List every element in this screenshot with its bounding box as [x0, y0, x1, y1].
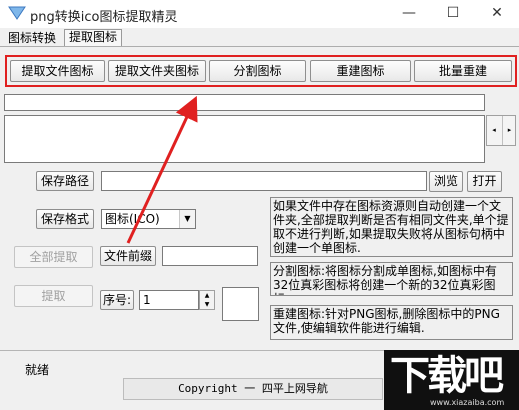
- path-display[interactable]: [4, 94, 485, 111]
- tab-icon-extract[interactable]: 提取图标: [64, 29, 122, 47]
- save-path-label: 保存路径: [36, 171, 94, 191]
- arrow-right-icon[interactable]: ▸: [502, 116, 516, 145]
- info-extract-text: 如果文件中存在图标资源则自动创建一个文件夹,全部提取判断是否有相同文件夹,单个提…: [270, 197, 513, 257]
- app-icon: [8, 6, 26, 20]
- file-prefix-input[interactable]: [162, 246, 258, 266]
- horizontal-spin: ◂ ▸: [486, 115, 516, 146]
- highlight-box: [5, 55, 517, 87]
- sequence-label: 序号:: [100, 290, 134, 310]
- info-rebuild-text: 重建图标:针对PNG图标,删除图标中的PNG文件,使编辑软件能进行编辑.: [270, 305, 513, 340]
- sequence-value: 1: [143, 293, 151, 307]
- extract-button[interactable]: 提取: [14, 285, 93, 307]
- arrow-down-icon[interactable]: ▼: [200, 300, 214, 309]
- file-prefix-label: 文件前缀: [100, 246, 156, 266]
- watermark-url: www.xiazaiba.com: [430, 398, 505, 407]
- arrow-up-icon[interactable]: ▲: [200, 291, 214, 300]
- icon-list[interactable]: [4, 115, 485, 163]
- chevron-down-icon[interactable]: ▼: [179, 210, 195, 228]
- save-format-value: 图标(ICO): [105, 212, 160, 226]
- save-format-label: 保存格式: [36, 209, 94, 229]
- open-button[interactable]: 打开: [467, 171, 502, 192]
- minimize-button[interactable]: —: [387, 0, 431, 28]
- tab-divider: [0, 46, 519, 47]
- icon-preview: [222, 287, 259, 321]
- watermark-mark: 下载吧: [390, 353, 504, 399]
- save-format-select[interactable]: 图标(ICO) ▼: [101, 209, 196, 229]
- copyright-bar: Copyright 一 四平上网导航: [123, 378, 383, 400]
- extract-all-button[interactable]: 全部提取: [14, 246, 93, 268]
- arrow-left-icon[interactable]: ◂: [487, 116, 501, 145]
- sequence-input[interactable]: 1: [139, 290, 199, 310]
- save-path-input[interactable]: [101, 171, 427, 191]
- close-button[interactable]: ✕: [475, 0, 519, 28]
- tab-icon-convert[interactable]: 图标转换: [6, 30, 58, 46]
- maximize-button[interactable]: ☐: [431, 0, 475, 28]
- status-text: 就绪: [25, 363, 50, 377]
- browse-button[interactable]: 浏览: [429, 171, 463, 192]
- sequence-stepper: ▲ ▼: [199, 290, 215, 310]
- info-split-text: 分割图标:将图标分割成单图标,如图标中有32位真彩图标将创建一个新的32位真彩图…: [270, 262, 513, 296]
- watermark-logo: 下载吧 www.xiazaiba.com: [384, 350, 519, 410]
- window-title: png转换ico图标提取精灵: [30, 10, 178, 25]
